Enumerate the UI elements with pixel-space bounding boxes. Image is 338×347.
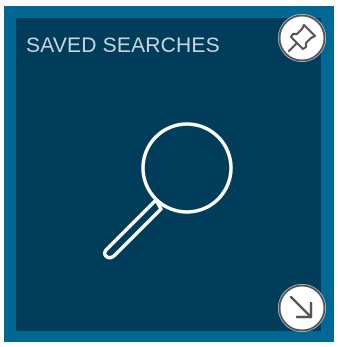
pin-icon: [278, 14, 326, 62]
search-icon-handle: [102, 198, 163, 260]
arrow-down-right-icon: [278, 284, 326, 332]
search-icon: [102, 122, 233, 260]
tile-title: SAVED SEARCHES: [26, 34, 220, 57]
open-tile-button[interactable]: [278, 284, 326, 332]
pin-button[interactable]: [278, 14, 326, 62]
